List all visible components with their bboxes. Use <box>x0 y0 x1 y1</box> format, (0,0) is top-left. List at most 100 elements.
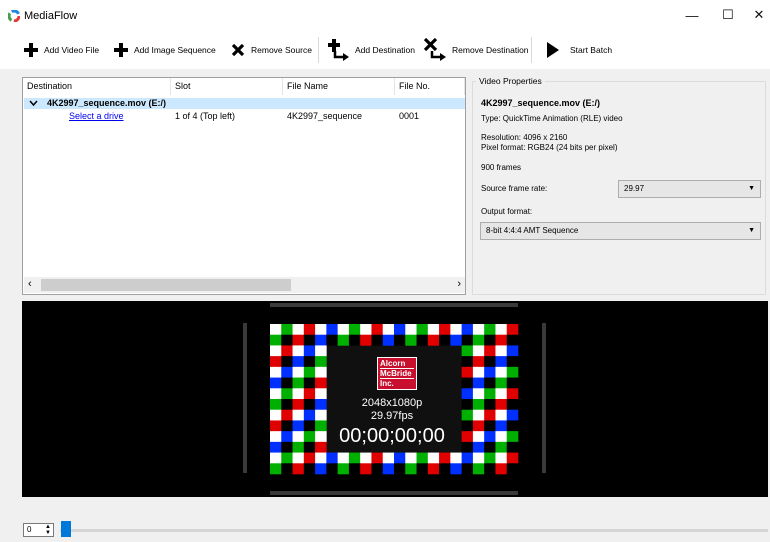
output-format-label: Output format: <box>481 207 533 216</box>
test-pattern-cell <box>461 399 474 411</box>
scroll-right-icon[interactable]: › <box>457 278 461 290</box>
test-pattern-cell <box>348 452 361 464</box>
test-pattern-cell <box>292 324 305 336</box>
test-pattern-cell <box>484 345 496 357</box>
test-pattern-cell <box>484 409 496 421</box>
test-pattern-cell <box>495 324 508 336</box>
test-pattern-cell <box>472 441 485 453</box>
minimize-button[interactable]: — <box>672 4 712 26</box>
test-pattern-cell <box>348 334 361 346</box>
test-pattern-cell <box>472 420 485 432</box>
test-pattern-cell <box>495 452 508 464</box>
test-pattern-cell <box>315 356 327 368</box>
test-pattern-cell <box>303 441 316 453</box>
column-header-file-name[interactable]: File Name <box>283 78 395 95</box>
test-pattern-cell <box>461 345 474 357</box>
destination-tree[interactable]: Destination Slot File Name File No. 4K29… <box>22 77 466 295</box>
test-pattern-cell <box>326 452 338 464</box>
test-pattern-cell <box>270 356 282 368</box>
timeline-slider-track[interactable] <box>60 529 768 532</box>
scroll-left-icon[interactable]: ‹ <box>28 278 32 290</box>
test-pattern-cell <box>371 452 384 464</box>
frame-spinbox[interactable]: 0 ▲ ▼ <box>23 523 54 537</box>
test-pattern-cell <box>337 452 350 464</box>
file-no-cell: 0001 <box>399 111 420 121</box>
test-pattern-cell <box>472 356 485 368</box>
close-button[interactable]: ✕ <box>739 4 770 26</box>
test-pattern-cell <box>315 324 327 336</box>
test-pattern-cell <box>495 356 508 368</box>
test-pattern-cell <box>315 452 327 464</box>
test-pattern-cell <box>292 356 305 368</box>
test-pattern-cell <box>495 366 508 378</box>
test-pattern-cell <box>281 388 293 400</box>
test-pattern-cell <box>270 345 282 357</box>
add-video-file-button[interactable]: Add Video File <box>24 31 99 69</box>
window-title: MediaFlow <box>24 10 78 22</box>
test-pattern-cell <box>506 356 519 368</box>
column-header-destination[interactable]: Destination <box>23 78 171 95</box>
timeline-slider-handle[interactable] <box>61 521 71 537</box>
test-pattern-cell <box>495 388 508 400</box>
test-pattern-cell <box>270 441 282 453</box>
title-bar: MediaFlow — ☐ ✕ <box>0 0 770 31</box>
remove-destination-button[interactable]: Remove Destination <box>424 31 529 69</box>
test-pattern-cell <box>303 409 316 421</box>
source-frame-rate-label: Source frame rate: <box>481 184 548 193</box>
start-batch-button[interactable]: Start Batch <box>546 31 612 69</box>
add-image-sequence-button[interactable]: Add Image Sequence <box>114 31 216 69</box>
test-pattern-cell <box>405 452 417 464</box>
source-row[interactable]: 4K2997_sequence.mov (E:/) <box>24 98 465 109</box>
test-pattern-cell <box>270 388 282 400</box>
test-pattern-cell <box>427 452 440 464</box>
spin-arrows-icon[interactable]: ▲ ▼ <box>45 524 51 536</box>
test-pattern-cell <box>270 324 282 336</box>
test-pattern-cell <box>326 324 338 336</box>
output-format-select[interactable]: 8-bit 4:4:4 AMT Sequence ▼ <box>480 222 761 240</box>
column-header-file-no[interactable]: File No. <box>395 78 465 95</box>
test-pattern-cell <box>506 366 519 378</box>
remove-x-icon <box>231 43 245 57</box>
horizontal-scrollbar[interactable]: ‹ › <box>24 277 465 293</box>
test-pattern-cell <box>461 324 474 336</box>
test-pattern-cell <box>270 366 282 378</box>
test-pattern-cell <box>281 409 293 421</box>
test-pattern-cell <box>472 377 485 389</box>
test-pattern-cell <box>484 356 496 368</box>
test-pattern-cell <box>484 334 496 346</box>
preview-resolution: 2048x1080p <box>361 397 423 409</box>
test-pattern-cell <box>270 452 282 464</box>
test-pattern-cell <box>495 420 508 432</box>
plus-icon <box>114 43 128 57</box>
select-drive-link[interactable]: Select a drive <box>69 111 124 122</box>
test-pattern-cell <box>292 441 305 453</box>
test-pattern-cell <box>495 345 508 357</box>
properties-type: Type: QuickTime Animation (RLE) video <box>481 114 623 123</box>
test-pattern-cell <box>427 334 440 346</box>
add-destination-button[interactable]: Add Destination <box>327 31 415 69</box>
test-pattern-cell <box>303 324 316 336</box>
chevron-down-icon[interactable] <box>29 100 38 107</box>
test-pattern-cell <box>292 388 305 400</box>
test-pattern-cell <box>461 377 474 389</box>
test-pattern-cell <box>472 388 485 400</box>
test-pattern-cell <box>292 409 305 421</box>
remove-source-button[interactable]: Remove Source <box>231 31 312 69</box>
test-pattern-cell <box>326 463 338 475</box>
test-pattern-cell <box>394 334 406 346</box>
column-header-slot[interactable]: Slot <box>171 78 283 95</box>
test-pattern-cell <box>315 334 327 346</box>
scrollbar-thumb[interactable] <box>41 279 291 291</box>
test-pattern-cell <box>506 409 519 421</box>
test-pattern-cell <box>292 420 305 432</box>
video-preview: Alcorn McBride Inc. 2048x1080p 29.97fps … <box>22 301 768 497</box>
test-pattern-cell <box>427 463 440 475</box>
source-frame-rate-select[interactable]: 29.97 ▼ <box>618 180 761 198</box>
test-pattern-cell <box>506 399 519 411</box>
timeline-bar <box>0 498 770 542</box>
test-pattern-cell <box>472 399 485 411</box>
test-pattern-cell <box>461 420 474 432</box>
test-pattern-cell <box>315 463 327 475</box>
test-pattern-cell <box>394 463 406 475</box>
test-pattern-cell <box>461 334 474 346</box>
